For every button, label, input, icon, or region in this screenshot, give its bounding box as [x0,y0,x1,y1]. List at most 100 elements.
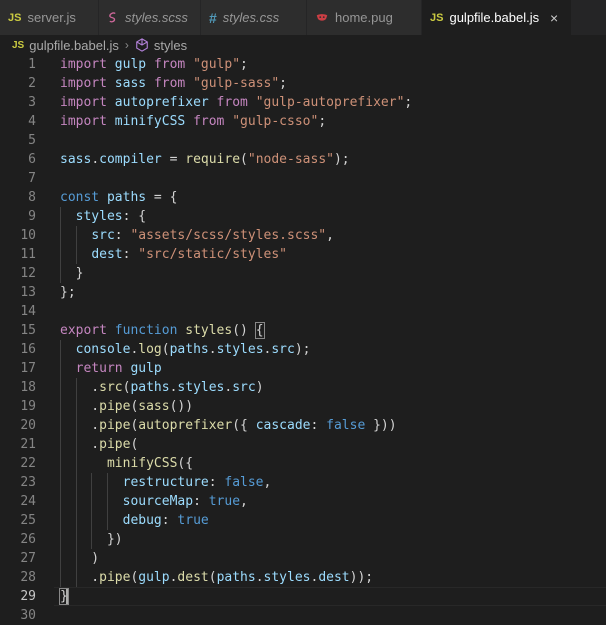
code-line[interactable]: 10 src: "assets/scss/styles.scss", [0,226,606,245]
css-icon: # [209,9,217,26]
code-token: "gulp" [193,57,241,72]
code-line[interactable]: 13}; [0,283,606,302]
code-line[interactable]: 1 import gulp from "gulp"; [0,55,606,74]
code-line[interactable]: 22 minifyCSS({ [0,454,606,473]
code-token: false [326,418,366,433]
code-text: src: "assets/scss/styles.scss", [60,226,334,245]
tab-server-js[interactable]: JS server.js [0,0,99,35]
breadcrumb-file-icon: JS [12,39,25,51]
code-token: . [60,437,100,452]
code-token: ; [240,57,248,72]
line-number: 11 [20,247,36,262]
code-token: styles [185,323,233,338]
code-token: ) [255,380,264,395]
code-line[interactable]: 28 .pipe(gulp.dest(paths.styles.dest)); [0,568,606,587]
code-line[interactable]: 16 console.log(paths.styles.src); [0,340,606,359]
code-line[interactable]: 8 const paths = { [0,188,606,207]
close-icon[interactable]: × [547,10,561,26]
code-token: styles [263,570,311,585]
code-line[interactable]: 5 [0,131,606,150]
line-number: 4 [28,114,36,129]
code-line[interactable]: 2 import sass from "gulp-sass"; [0,74,606,93]
code-token: . [91,152,100,167]
code-token: , [326,228,334,243]
code-token: ( [161,342,170,357]
code-line[interactable]: 11 dest: "src/static/styles" [0,245,606,264]
code-line[interactable]: 12 } [0,264,606,283]
line-number: 2 [28,76,36,91]
code-token: autoprefixer [138,418,233,433]
code-token: paths [130,380,170,395]
code-token: false [224,475,264,490]
code-line[interactable]: 9 styles: { [0,207,606,226]
code-token: function [114,323,178,338]
editor-tab-bar: JS server.js styles.scss # styles.css home.pu… [0,0,606,35]
code-text: return gulp [60,359,162,378]
breadcrumb-symbol[interactable]: styles [154,38,187,53]
line-number: 3 [28,95,36,110]
code-text: .pipe( [60,435,138,454]
code-line[interactable]: 17 return gulp [0,359,606,378]
code-token: ()) [169,399,194,414]
line-number: 6 [28,152,36,167]
code-line[interactable]: 24 sourceMap: true, [0,492,606,511]
code-text: } [60,264,84,283]
code-token: cascade [255,418,311,433]
code-line[interactable]: 30 [0,606,606,625]
code-token: console [75,342,131,357]
code-line[interactable]: 26 }) [0,530,606,549]
line-number: 21 [20,437,36,452]
code-text: console.log(paths.styles.src); [60,340,311,359]
code-line[interactable]: 19 .pipe(sass()) [0,397,606,416]
code-line[interactable]: 27 ) [0,549,606,568]
code-line[interactable]: 18 .src(paths.styles.src) [0,378,606,397]
tab-home-pug[interactable]: home.pug [307,0,422,35]
code-token: , [263,475,272,490]
code-line[interactable]: 29} [0,587,606,606]
code-token: import [60,76,107,91]
code-line[interactable]: 23 restructure: false, [0,473,606,492]
tab-label: server.js [27,10,76,25]
code-text: .pipe(sass()) [60,397,193,416]
matching-bracket: { [254,322,265,339]
code-token: from [193,114,225,129]
line-number: 12 [20,266,36,281]
code-editor[interactable]: 1 import gulp from "gulp"; 2 import sass fr… [0,55,606,625]
code-line[interactable]: 25 debug: true [0,511,606,530]
code-line[interactable]: 15 export function styles() { [0,321,606,340]
code-line[interactable]: 7 [0,169,606,188]
code-token: () [232,323,256,338]
code-line[interactable]: 6 sass.compiler = require("node-sass"); [0,150,606,169]
code-line[interactable]: 3 import autoprefixer from "gulp-autopref… [0,93,606,112]
code-token: export [60,323,107,338]
code-token: }; [60,285,76,300]
tab-styles-css[interactable]: # styles.css [201,0,307,35]
code-token: ); [294,342,311,357]
breadcrumb-file[interactable]: gulpfile.babel.js [29,38,119,53]
code-token: : [114,228,131,243]
code-text: .pipe(gulp.dest(paths.styles.dest)); [60,568,373,587]
code-line[interactable]: 21 .pipe( [0,435,606,454]
breadcrumb: JS gulpfile.babel.js › styles [0,35,606,55]
code-token: . [60,380,100,395]
code-line[interactable]: 14 [0,302,606,321]
code-line[interactable]: 4 import minifyCSS from "gulp-csso"; [0,112,606,131]
code-token: autoprefixer [114,95,209,110]
code-lines[interactable]: 1 import gulp from "gulp"; 2 import sass fr… [0,55,606,625]
code-text: debug: true [60,511,209,530]
tab-styles-scss[interactable]: styles.scss [99,0,201,35]
code-token: const [60,190,100,205]
code-text: styles: { [60,207,146,226]
code-line[interactable]: 20 .pipe(autoprefixer({ cascade: false }… [0,416,606,435]
tab-gulpfile-babel-js[interactable]: JS gulpfile.babel.js × [422,0,572,35]
code-token: . [60,399,100,414]
line-number: 10 [20,228,36,243]
